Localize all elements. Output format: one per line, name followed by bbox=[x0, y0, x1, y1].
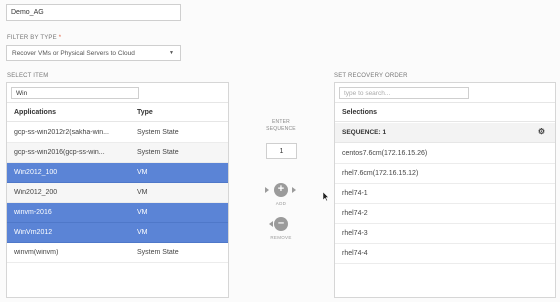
caret-down-icon: ▼ bbox=[169, 50, 174, 56]
table-row[interactable]: winvm(winvm) System State bbox=[7, 243, 228, 263]
table-header: Applications Type bbox=[7, 102, 228, 122]
row-application: WinVm2012 bbox=[14, 229, 53, 236]
gear-icon[interactable]: ⚙ bbox=[538, 127, 545, 136]
select-item-label: SELECT ITEM bbox=[7, 73, 49, 79]
select-item-panel: Win Applications Type gcp-ss-win2012r2(s… bbox=[6, 82, 229, 298]
list-item[interactable]: rhel74-4 bbox=[335, 244, 555, 264]
filter-selected-value: Recover VMs or Physical Servers to Cloud bbox=[12, 50, 135, 57]
enter-label: ENTER bbox=[272, 119, 290, 125]
items-table-body: gcp-ss-win2012r2(sakha-win... System Stat… bbox=[7, 123, 228, 263]
sequence-group-label: SEQUENCE: 1 bbox=[342, 129, 387, 136]
table-row[interactable]: winvm-2016 VM bbox=[7, 203, 228, 223]
row-type: VM bbox=[137, 189, 148, 196]
filter-by-type-label: FILTER BY TYPE * bbox=[7, 35, 61, 41]
selection-name: rhel74-3 bbox=[342, 230, 368, 237]
row-type: VM bbox=[137, 229, 148, 236]
selection-name: centos7.6cm(172.16.15.26) bbox=[342, 150, 428, 157]
set-recovery-order-label: SET RECOVERY ORDER bbox=[334, 73, 408, 79]
table-row[interactable]: Win2012_100 VM bbox=[7, 163, 228, 183]
row-type: System State bbox=[137, 129, 179, 136]
remove-button[interactable]: – bbox=[274, 217, 288, 231]
row-application: gcp-ss-win2016(gcp-ss-win... bbox=[14, 149, 105, 156]
row-type: System State bbox=[137, 149, 179, 156]
filter-label-text: FILTER BY TYPE bbox=[7, 35, 57, 41]
add-label: ADD bbox=[275, 201, 287, 206]
row-application: winvm-2016 bbox=[14, 209, 52, 216]
list-item[interactable]: centos7.6cm(172.16.15.26) bbox=[335, 144, 555, 164]
row-application: Win2012_100 bbox=[14, 169, 58, 176]
selection-name: rhel7.6cm(172.16.15.12) bbox=[342, 170, 419, 177]
plus-icon: + bbox=[277, 183, 285, 195]
list-item[interactable]: rhel74-3 bbox=[335, 224, 555, 244]
table-row[interactable]: WinVm2012 VM bbox=[7, 223, 228, 243]
minus-icon: – bbox=[277, 217, 285, 229]
remove-label: REMOVE bbox=[270, 235, 292, 240]
sequence-group-row[interactable]: SEQUENCE: 1 ⚙ bbox=[335, 123, 555, 143]
left-arrow-icon bbox=[265, 187, 269, 193]
sequence-input[interactable]: 1 bbox=[266, 143, 297, 159]
cursor-icon bbox=[323, 192, 329, 201]
column-applications: Applications bbox=[14, 109, 57, 116]
selection-name: rhel74-2 bbox=[342, 210, 368, 217]
selections-header: Selections bbox=[335, 102, 555, 122]
right-arrow-icon bbox=[292, 187, 296, 193]
selection-name: rhel74-4 bbox=[342, 250, 368, 257]
selections-header-text: Selections bbox=[342, 109, 378, 116]
row-type: System State bbox=[137, 249, 179, 256]
recovery-order-panel: type to search... Selections SEQUENCE: 1… bbox=[334, 82, 556, 298]
sequence-label: SEQUENCE bbox=[266, 126, 296, 132]
left-arrow-icon-2 bbox=[269, 221, 273, 227]
item-search-input[interactable]: Win bbox=[11, 87, 139, 99]
selection-name: rhel74-1 bbox=[342, 190, 368, 197]
row-application: winvm(winvm) bbox=[14, 249, 59, 256]
required-mark: * bbox=[58, 35, 62, 41]
row-application: gcp-ss-win2012r2(sakha-win... bbox=[14, 129, 109, 136]
enter-sequence-label: ENTER SEQUENCE bbox=[258, 119, 304, 133]
table-row[interactable]: Win2012_200 VM bbox=[7, 183, 228, 203]
list-item[interactable]: rhel74-2 bbox=[335, 204, 555, 224]
table-row[interactable]: gcp-ss-win2012r2(sakha-win... System Stat… bbox=[7, 123, 228, 143]
selections-list: centos7.6cm(172.16.15.26) rhel7.6cm(172.1… bbox=[335, 144, 555, 264]
filter-type-select[interactable]: Recover VMs or Physical Servers to Cloud… bbox=[6, 45, 181, 61]
row-type: VM bbox=[137, 169, 148, 176]
list-item[interactable]: rhel74-1 bbox=[335, 184, 555, 204]
group-name-input[interactable]: Demo_AG bbox=[6, 4, 181, 21]
row-type: VM bbox=[137, 209, 148, 216]
column-type: Type bbox=[137, 109, 153, 116]
list-item[interactable]: rhel7.6cm(172.16.15.12) bbox=[335, 164, 555, 184]
selections-search-input[interactable]: type to search... bbox=[339, 87, 469, 99]
table-row[interactable]: gcp-ss-win2016(gcp-ss-win... System State bbox=[7, 143, 228, 163]
add-button[interactable]: + bbox=[274, 183, 288, 197]
row-application: Win2012_200 bbox=[14, 189, 58, 196]
